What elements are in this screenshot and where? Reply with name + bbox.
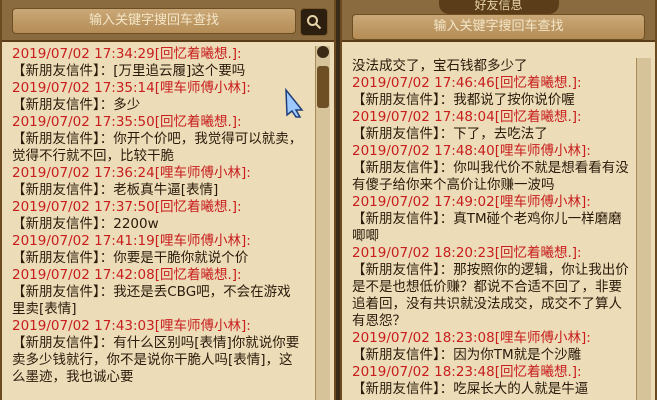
message-body: 【新朋友信件】：你叫我代价不就是想看看有没有傻子给你来个高价让你赚一波吗 — [352, 160, 629, 193]
message-item: 2019/07/02 18:23:08[哩车师傅小林]: 【新朋友信件】：因为你T… — [352, 330, 633, 364]
message-header: 2019/07/02 17:49:02[哩车师傅小林]: — [352, 194, 591, 210]
chat-panel-left: 输入关键字搜回车查找 2019/07/02 17:34:29[回忆着曦想.]: 【… — [0, 0, 336, 400]
message-item: 没法成交了，宝石钱都多少了 — [352, 58, 633, 75]
message-item: 2019/07/02 17:34:29[回忆着曦想.]: 【新朋友信件】：[万里追… — [12, 46, 304, 80]
scrollbar[interactable] — [636, 58, 651, 400]
message-header: 2019/07/02 17:35:50[回忆着曦想.]: — [12, 114, 242, 130]
message-item: 2019/07/02 17:46:46[回忆着曦想.]: 【新朋友信件】：我都说了… — [352, 75, 633, 109]
message-body: 【新朋友信件】：[万里追云履]这个要吗 — [12, 63, 246, 79]
message-header: 2019/07/02 18:23:08[哩车师傅小林]: — [352, 330, 591, 346]
message-body: 【新朋友信件】：你开个价吧，我觉得可以就卖，觉得不行就不回，比较干脆 — [12, 131, 303, 164]
search-input[interactable]: 输入关键字搜回车查找 — [12, 8, 296, 34]
search-input[interactable]: 输入关键字搜回车查找 — [352, 14, 645, 40]
message-header: 2019/07/02 18:23:48[回忆着曦想.]: — [352, 364, 582, 380]
message-header: 2019/07/02 17:41:19[哩车师傅小林]: — [12, 233, 251, 249]
message-header: 2019/07/02 17:46:46[回忆着曦想.]: — [352, 75, 582, 91]
scroll-thumb[interactable] — [317, 66, 329, 108]
message-header: 2019/07/02 17:35:14[哩车师傅小林]: — [12, 80, 251, 96]
message-body: 【新朋友信件】：2200w — [12, 216, 159, 232]
message-header: 2019/07/02 17:34:29[回忆着曦想.]: — [12, 46, 242, 62]
message-body: 【新朋友信件】：有什么区别吗[表情]你就说你要卖多少钱就行，你不是说你干脆人吗[… — [12, 335, 300, 385]
message-header: 2019/07/02 17:48:04[回忆着曦想.]: — [352, 109, 582, 125]
message-header: 2019/07/02 17:37:50[回忆着曦想.]: — [12, 199, 242, 215]
message-header: 2019/07/02 17:36:24[哩车师傅小林]: — [12, 165, 251, 181]
message-list: 没法成交了，宝石钱都多少了 2019/07/02 17:46:46[回忆着曦想.… — [352, 58, 633, 400]
message-item: 2019/07/02 18:20:23[回忆着曦想.]: 【新朋友信件】：那按照你… — [352, 245, 633, 330]
message-item: 2019/07/02 17:49:02[哩车师傅小林]: 【新朋友信件】：真TM碰… — [352, 194, 633, 245]
message-body: 【新朋友信件】：吃屎长大的人就是牛逼 — [352, 381, 589, 397]
message-body: 【新朋友信件】：多少 — [12, 97, 141, 113]
panel-title-tab: 好友信息 — [438, 0, 559, 14]
message-body: 【新朋友信件】：老板真牛逼[表情] — [12, 182, 219, 198]
message-body: 【新朋友信件】：你要是干脆你就说个价 — [12, 250, 249, 266]
message-list: 2019/07/02 17:34:29[回忆着曦想.]: 【新朋友信件】：[万里追… — [12, 46, 304, 400]
message-item: 2019/07/02 17:41:19[哩车师傅小林]: 【新朋友信件】：你要是干… — [12, 233, 304, 267]
scroll-up-arrow-icon[interactable] — [317, 46, 329, 58]
message-header: 2019/07/02 18:20:23[回忆着曦想.]: — [352, 245, 582, 261]
chat-panel-right: 好友信息 输入关键字搜回车查找 没法成交了，宝石钱都多少了 2019/07/02… — [340, 0, 657, 400]
message-body: 【新朋友信件】：那按照你的逻辑，你让我出价是不是也想低价赚？都说不合适不回了，非… — [352, 262, 629, 329]
message-header: 2019/07/02 17:48:40[哩车师傅小林]: — [352, 143, 591, 159]
message-item: 2019/07/02 17:36:24[哩车师傅小林]: 【新朋友信件】：老板真牛… — [12, 165, 304, 199]
message-item: 2019/07/02 17:37:50[回忆着曦想.]: 【新朋友信件】：2200… — [12, 199, 304, 233]
search-button[interactable] — [300, 8, 328, 36]
message-body: 【新朋友信件】：我还是丢CBG吧，不会在游戏里卖[表情] — [12, 284, 291, 317]
search-icon — [307, 15, 322, 30]
message-header: 2019/07/02 17:43:03[哩车师傅小林]: — [12, 318, 251, 334]
message-body: 【新朋友信件】：下了，去吃法了 — [352, 126, 548, 142]
message-item: 2019/07/02 17:35:14[哩车师傅小林]: 【新朋友信件】：多少 — [12, 80, 304, 114]
message-item: 2019/07/02 17:48:40[哩车师傅小林]: 【新朋友信件】：你叫我代… — [352, 143, 633, 194]
message-header: 2019/07/02 17:42:08[回忆着曦想.]: — [12, 267, 242, 283]
message-item: 2019/07/02 18:23:48[回忆着曦想.]: 【新朋友信件】：吃屎长大… — [352, 364, 633, 398]
pointer-cursor-icon — [284, 87, 306, 122]
message-item: 2019/07/02 17:43:03[哩车师傅小林]: 【新朋友信件】：有什么区… — [12, 318, 304, 386]
scrollbar[interactable] — [315, 46, 330, 400]
message-item: 2019/07/02 17:35:50[回忆着曦想.]: 【新朋友信件】：你开个价… — [12, 114, 304, 165]
search-area: 好友信息 输入关键字搜回车查找 — [342, 0, 655, 42]
message-item: 2019/07/02 17:42:08[回忆着曦想.]: 【新朋友信件】：我还是丢… — [12, 267, 304, 318]
message-body: 【新朋友信件】：我都说了按你说价喔 — [352, 92, 575, 108]
message-item: 2019/07/02 17:48:04[回忆着曦想.]: 【新朋友信件】：下了，去… — [352, 109, 633, 143]
search-area: 输入关键字搜回车查找 — [2, 0, 334, 42]
message-body: 【新朋友信件】：因为你TM就是个沙雕 — [352, 347, 582, 363]
message-body: 【新朋友信件】：真TM碰个老鸡你儿一样磨磨唧唧 — [352, 211, 622, 244]
message-body: 没法成交了，宝石钱都多少了 — [352, 58, 528, 74]
